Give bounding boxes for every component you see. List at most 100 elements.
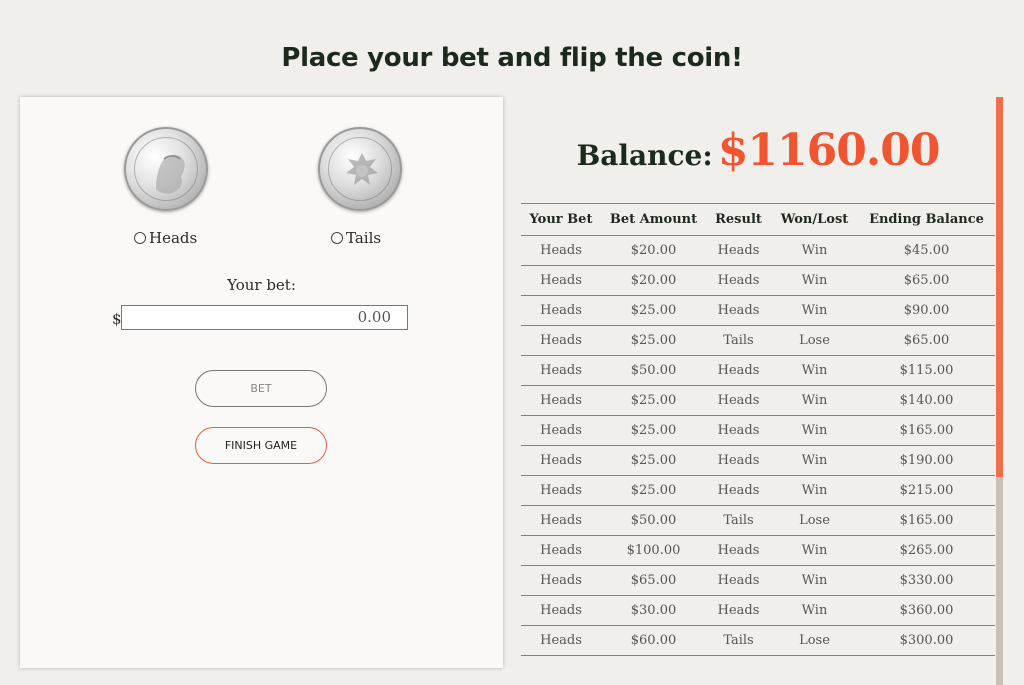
won-lost-cell: Win (771, 535, 858, 566)
table-row: Heads $50.00 Tails Lose $165.00 (521, 505, 995, 536)
bet-amount-cell: $25.00 (601, 445, 706, 476)
result-cell: Tails (706, 625, 771, 656)
column-header-bet-amount: Bet Amount (601, 203, 706, 236)
ending-balance-cell: $165.00 (858, 415, 995, 446)
balance-value: $1160.00 (717, 125, 941, 176)
column-header-your-bet: Your Bet (521, 203, 601, 236)
your-bet-cell: Heads (521, 475, 601, 506)
bet-amount-cell: $25.00 (601, 415, 706, 446)
bet-amount-cell: $25.00 (601, 475, 706, 506)
ending-balance-cell: $190.00 (858, 445, 995, 476)
result-cell: Heads (706, 565, 771, 596)
table-row: Heads $25.00 Heads Win $190.00 (521, 445, 995, 476)
bet-amount-cell: $100.00 (601, 535, 706, 566)
your-bet-cell: Heads (521, 295, 601, 326)
bet-amount-label: Your bet: (227, 276, 296, 294)
heads-radio-label: Heads (149, 229, 198, 247)
table-row: Heads $30.00 Heads Win $360.00 (521, 595, 995, 626)
heads-radio-button[interactable] (134, 232, 146, 244)
table-row: Heads $65.00 Heads Win $330.00 (521, 565, 995, 596)
ending-balance-cell: $330.00 (858, 565, 995, 596)
won-lost-cell: Win (771, 475, 858, 506)
your-bet-cell: Heads (521, 535, 601, 566)
bet-amount-cell: $25.00 (601, 325, 706, 356)
table-row: Heads $25.00 Heads Win $165.00 (521, 415, 995, 446)
bet-amount-cell: $30.00 (601, 595, 706, 626)
your-bet-cell: Heads (521, 445, 601, 476)
won-lost-cell: Win (771, 355, 858, 386)
ending-balance-cell: $360.00 (858, 595, 995, 626)
page-title: Place your bet and flip the coin! (281, 43, 743, 74)
ending-balance-cell: $140.00 (858, 385, 995, 416)
balance-display: Balance: $1160.00 (521, 125, 995, 176)
result-cell: Heads (706, 415, 771, 446)
won-lost-cell: Win (771, 415, 858, 446)
your-bet-cell: Heads (521, 595, 601, 626)
ending-balance-cell: $300.00 (858, 625, 995, 656)
bet-button[interactable]: BET (195, 370, 327, 407)
bet-amount-cell: $60.00 (601, 625, 706, 656)
tails-radio-label: Tails (346, 229, 382, 247)
ending-balance-cell: $45.00 (858, 235, 995, 266)
finish-game-button[interactable]: FINISH GAME (195, 427, 327, 464)
result-cell: Heads (706, 535, 771, 566)
table-row: Heads $20.00 Heads Win $45.00 (521, 235, 995, 266)
table-row: Heads $50.00 Heads Win $115.00 (521, 355, 995, 386)
bet-amount-input[interactable]: 0.00 (121, 305, 408, 330)
won-lost-cell: Lose (771, 625, 858, 656)
heads-coin-icon (124, 127, 208, 211)
your-bet-cell: Heads (521, 325, 601, 356)
table-row: Heads $25.00 Heads Win $90.00 (521, 295, 995, 326)
ending-balance-cell: $65.00 (858, 265, 995, 296)
ending-balance-cell: $265.00 (858, 535, 995, 566)
scrollbar-thumb[interactable] (996, 97, 1003, 477)
table-row: Heads $100.00 Heads Win $265.00 (521, 535, 995, 566)
bet-amount-cell: $20.00 (601, 235, 706, 266)
table-header-row: Your Bet Bet Amount Result Won/Lost Endi… (521, 203, 995, 236)
bet-panel: Heads Tails Your bet: $ 0.00 BET FINISH … (20, 97, 503, 668)
tails-radio-option[interactable]: Tails (331, 229, 381, 247)
balance-label: Balance: (576, 139, 713, 172)
bet-amount-cell: $65.00 (601, 565, 706, 596)
column-header-ending-balance: Ending Balance (858, 203, 995, 236)
your-bet-cell: Heads (521, 235, 601, 266)
your-bet-cell: Heads (521, 265, 601, 296)
bet-amount-cell: $50.00 (601, 355, 706, 386)
your-bet-cell: Heads (521, 505, 601, 536)
result-cell: Heads (706, 265, 771, 296)
bet-history-body: Heads $20.00 Heads Win $45.00 Heads $20.00 Head… (521, 235, 995, 656)
your-bet-cell: Heads (521, 565, 601, 596)
won-lost-cell: Win (771, 385, 858, 416)
won-lost-cell: Win (771, 235, 858, 266)
won-lost-cell: Win (771, 295, 858, 326)
bet-amount-cell: $25.00 (601, 385, 706, 416)
ending-balance-cell: $165.00 (858, 505, 995, 536)
your-bet-cell: Heads (521, 415, 601, 446)
your-bet-cell: Heads (521, 385, 601, 416)
heads-radio-option[interactable]: Heads (134, 229, 197, 247)
result-cell: Tails (706, 325, 771, 356)
results-panel: Balance: $1160.00 Your Bet Bet Amount Re… (521, 97, 1003, 685)
bet-amount-cell: $25.00 (601, 295, 706, 326)
won-lost-cell: Win (771, 595, 858, 626)
column-header-won-lost: Won/Lost (771, 203, 858, 236)
column-header-result: Result (706, 203, 771, 236)
ending-balance-cell: $215.00 (858, 475, 995, 506)
won-lost-cell: Win (771, 565, 858, 596)
table-row: Heads $25.00 Tails Lose $65.00 (521, 325, 995, 356)
result-cell: Heads (706, 385, 771, 416)
table-row: Heads $20.00 Heads Win $65.00 (521, 265, 995, 296)
bet-amount-cell: $50.00 (601, 505, 706, 536)
tails-radio-button[interactable] (331, 232, 343, 244)
result-cell: Heads (706, 595, 771, 626)
result-cell: Heads (706, 235, 771, 266)
bet-amount-cell: $20.00 (601, 265, 706, 296)
table-row: Heads $60.00 Tails Lose $300.00 (521, 625, 995, 656)
table-row: Heads $25.00 Heads Win $140.00 (521, 385, 995, 416)
won-lost-cell: Lose (771, 505, 858, 536)
won-lost-cell: Win (771, 445, 858, 476)
your-bet-cell: Heads (521, 625, 601, 656)
won-lost-cell: Win (771, 265, 858, 296)
ending-balance-cell: $115.00 (858, 355, 995, 386)
your-bet-cell: Heads (521, 355, 601, 386)
